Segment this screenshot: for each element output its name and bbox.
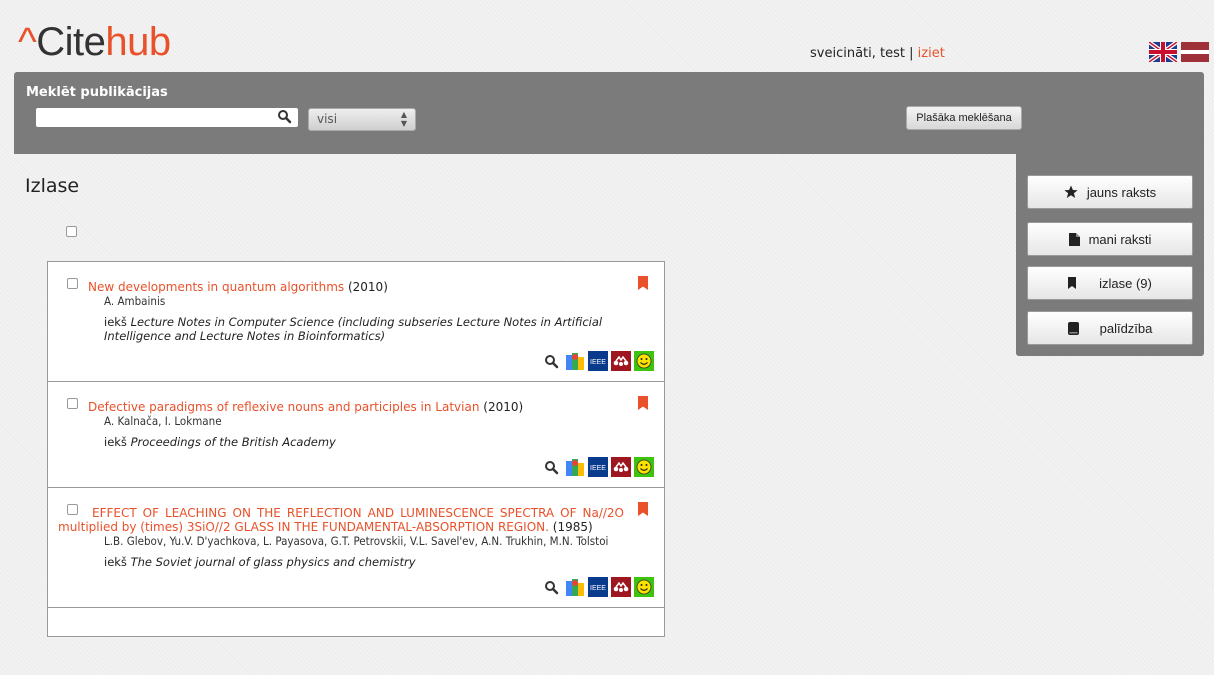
publication-venue: iekš The Soviet journal of glass physics…	[48, 555, 664, 569]
publication-list: New developments in quantum algorithms (…	[47, 261, 665, 637]
svg-text:IEEE: IEEE	[590, 585, 606, 592]
search-icon[interactable]	[542, 457, 562, 477]
search-icon[interactable]	[542, 351, 562, 371]
help-button[interactable]: palīdzība	[1027, 311, 1193, 345]
logout-link[interactable]: iziet	[918, 46, 945, 61]
publication-item: New developments in quantum algorithms (…	[47, 261, 665, 382]
publication-venue: iekš Proceedings of the British Academy	[48, 435, 664, 449]
select-arrows-icon: ▲ ▼	[400, 110, 407, 128]
search-icon[interactable]	[277, 109, 292, 124]
star-icon	[1064, 185, 1078, 198]
language-switcher	[1149, 42, 1209, 62]
google-scholar-icon[interactable]	[565, 577, 585, 597]
my-articles-label: mani raksti	[1088, 231, 1152, 247]
external-links: IEEE	[48, 343, 664, 381]
venue-name: The Soviet journal of glass physics and …	[130, 555, 416, 569]
mendeley-icon[interactable]	[611, 577, 631, 597]
document-icon	[1068, 232, 1080, 246]
page-title: Izlase	[25, 175, 80, 197]
publication-heading: New developments in quantum algorithms (…	[48, 262, 664, 294]
venue-prefix: iekš	[104, 555, 127, 569]
citehub-logo[interactable]: ^Citehub	[18, 18, 171, 66]
publication-item	[47, 607, 665, 637]
bookmark-icon[interactable]	[638, 502, 648, 516]
greeting-separator: |	[909, 46, 914, 61]
publication-title-link[interactable]: Defective paradigms of reflexive nouns a…	[88, 400, 479, 414]
publication-year: (2010)	[483, 400, 524, 414]
new-article-label: jauns raksts	[1086, 184, 1157, 200]
search-field[interactable]	[36, 108, 298, 129]
svg-text:IEEE: IEEE	[590, 465, 606, 472]
publication-checkbox[interactable]	[67, 278, 78, 289]
external-links: IEEE	[48, 569, 664, 607]
publication-venue: iekš Lecture Notes in Computer Science (…	[48, 315, 664, 343]
publication-heading: Defective paradigms of reflexive nouns a…	[48, 382, 664, 414]
my-articles-button[interactable]: mani raksti	[1027, 222, 1193, 256]
favorites-button[interactable]: izlase (9)	[1027, 266, 1193, 300]
publication-heading: EFFECT OF LEACHING ON THE REFLECTION AND…	[48, 488, 664, 534]
publication-title-link[interactable]: EFFECT OF LEACHING ON THE REFLECTION AND…	[58, 506, 624, 534]
search-scope-select[interactable]: visi ▲ ▼	[308, 108, 416, 131]
search-icon[interactable]	[542, 577, 562, 597]
publication-authors: A. Ambainis	[104, 294, 166, 308]
mendeley-icon[interactable]	[611, 351, 631, 371]
mendeley-icon[interactable]	[611, 457, 631, 477]
help-label: palīdzība	[1099, 320, 1153, 336]
search-bar: Meklēt publikācijas visi ▲ ▼ Plašāka mekl…	[14, 72, 1204, 154]
publication-checkbox[interactable]	[67, 398, 78, 409]
publication-authors: L.B. Glebov, Yu.V. D'yachkova, L. Payaso…	[104, 534, 609, 548]
search-input[interactable]	[40, 109, 280, 129]
citeulike-icon[interactable]	[634, 457, 654, 477]
uk-flag-icon[interactable]	[1149, 42, 1177, 62]
publication-title-link[interactable]: New developments in quantum algorithms	[88, 280, 344, 294]
ieee-icon[interactable]: IEEE	[588, 351, 608, 371]
venue-prefix: iekš	[104, 315, 127, 329]
side-panel: jauns raksts mani raksti izlase (9) palī…	[1016, 152, 1204, 356]
svg-text:IEEE: IEEE	[590, 359, 606, 366]
ieee-icon[interactable]: IEEE	[588, 457, 608, 477]
search-title: Meklēt publikācijas	[26, 85, 168, 100]
venue-name: Proceedings of the British Academy	[130, 435, 336, 449]
bookmark-icon	[1068, 277, 1077, 289]
citeulike-icon[interactable]	[634, 351, 654, 371]
new-article-button[interactable]: jauns raksts	[1027, 175, 1193, 209]
external-links: IEEE	[48, 449, 664, 487]
publication-year: (2010)	[347, 280, 388, 294]
venue-name: Lecture Notes in Computer Science (inclu…	[104, 315, 603, 343]
publication-year: (1985)	[552, 520, 593, 534]
book-icon	[1067, 321, 1079, 335]
venue-prefix: iekš	[104, 435, 127, 449]
ieee-icon[interactable]: IEEE	[588, 577, 608, 597]
bookmark-icon[interactable]	[638, 396, 648, 410]
latvia-flag-icon[interactable]	[1181, 42, 1209, 62]
advanced-search-button[interactable]: Plašāka meklēšana	[906, 106, 1022, 130]
greeting-text: sveicināti, test	[810, 46, 905, 61]
google-scholar-icon[interactable]	[565, 457, 585, 477]
bookmark-icon[interactable]	[638, 276, 648, 290]
favorites-label: izlase (9)	[1099, 275, 1152, 291]
select-all-checkbox[interactable]	[66, 226, 77, 237]
publication-item: EFFECT OF LEACHING ON THE REFLECTION AND…	[47, 487, 665, 608]
publication-item: Defective paradigms of reflexive nouns a…	[47, 381, 665, 488]
google-scholar-icon[interactable]	[565, 351, 585, 371]
publication-authors: A. Kalnača, I. Lokmane	[104, 414, 222, 428]
user-greeting: sveicināti, test | iziet	[810, 46, 945, 61]
publication-checkbox[interactable]	[67, 504, 78, 515]
citeulike-icon[interactable]	[634, 577, 654, 597]
search-scope-value: visi	[317, 112, 338, 126]
